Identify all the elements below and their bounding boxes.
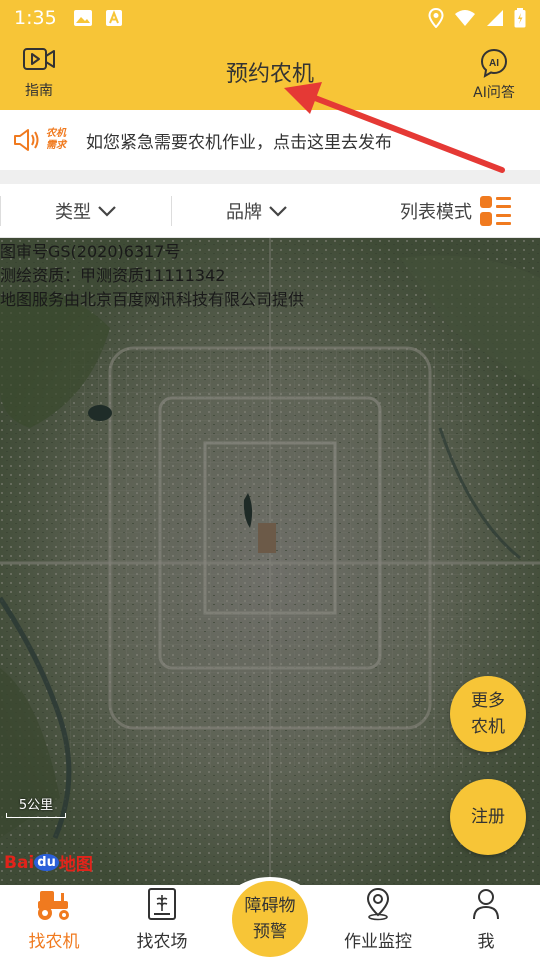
notice-tag-line1: 农机: [46, 128, 66, 139]
megaphone-icon: [14, 129, 39, 151]
baidu-paw-icon: du: [34, 854, 59, 871]
map-survey-license: 测绘资质：甲测资质11111342: [0, 266, 226, 285]
register-button[interactable]: 注册: [450, 779, 526, 855]
baidu-map-logo: Bai du 地图: [4, 850, 93, 876]
nav-me[interactable]: 我: [432, 885, 540, 960]
type-filter-label: 类型: [55, 201, 91, 223]
nav-find-machine-label: 找农机: [28, 932, 80, 952]
user-profile-icon: [473, 889, 499, 920]
map-scale-label: 5公里: [18, 798, 54, 813]
nav-find-farm-label: 找农场: [136, 932, 188, 952]
brand-filter-dropdown[interactable]: 品牌: [171, 195, 342, 226]
satellite-map[interactable]: 图审号GS(2020)6317号 测绘资质：甲测资质11111342 地图服务由…: [0, 238, 540, 885]
divider: [0, 170, 540, 184]
nav-find-machine[interactable]: 找农机: [0, 885, 108, 960]
chevron-down-icon: [269, 205, 287, 217]
notice-text: 如您紧急需要农机作业，点击这里去发布: [86, 132, 392, 153]
nav-find-farm[interactable]: 找农场: [108, 885, 216, 960]
svg-text:AI: AI: [489, 58, 499, 69]
demand-notice-banner[interactable]: 农机 需求 如您紧急需要农机作业，点击这里去发布: [0, 110, 540, 170]
more-machines-label: 更多农机: [471, 691, 505, 737]
map-scale-bar: [6, 813, 66, 818]
baidu-logo-text: Bai: [4, 852, 35, 873]
map-scale: 5公里: [6, 794, 66, 818]
nav-me-label: 我: [477, 932, 495, 952]
app-header: 指南 预约农机 AI AI问答: [0, 36, 540, 110]
bottom-navigation: 找农机 找农场 障碍物预警 作业监控 我: [0, 877, 540, 960]
obstacle-alert-label: 障碍物预警: [244, 896, 296, 942]
notice-tag-text: 农机 需求: [46, 128, 74, 152]
battery-icon: [514, 8, 526, 28]
list-mode-toggle[interactable]: 列表模式: [342, 195, 540, 226]
signal-icon: [487, 10, 503, 26]
brand-filter-label: 品牌: [226, 201, 262, 223]
type-filter-dropdown[interactable]: 类型: [0, 195, 171, 226]
status-time: 1:35: [14, 7, 57, 29]
list-mode-label: 列表模式: [400, 201, 472, 223]
ai-qa-label: AI问答: [473, 85, 515, 101]
chevron-down-icon: [98, 205, 116, 217]
app-notification-icon: [105, 10, 122, 26]
baidu-map-text: 地图: [58, 855, 93, 875]
filter-bar: 类型 品牌 列表模式: [0, 184, 540, 238]
more-machines-button[interactable]: 更多农机: [450, 676, 526, 752]
wifi-icon: [455, 10, 475, 26]
map-approval-number: 图审号GS(2020)6317号: [0, 242, 181, 261]
map-copyright-info: 图审号GS(2020)6317号 测绘资质：甲测资质11111342 地图服务由…: [0, 240, 304, 312]
nav-work-monitor-label: 作业监控: [344, 932, 412, 952]
location-icon: [428, 8, 444, 28]
notice-tag-line2: 需求: [46, 140, 66, 151]
nav-center-slot: 障碍物预警: [216, 877, 324, 960]
page-title: 预约农机: [225, 62, 314, 87]
location-pin-icon: [366, 887, 390, 921]
nav-work-monitor[interactable]: 作业监控: [324, 885, 432, 960]
ai-qa-button[interactable]: AI AI问答: [466, 48, 522, 102]
list-view-icon: [480, 195, 511, 226]
tractor-icon: [38, 891, 69, 920]
status-bar: 1:35: [0, 0, 540, 36]
satellite-imagery: [0, 238, 540, 885]
farm-document-icon: [148, 888, 176, 920]
gallery-notification-icon: [73, 10, 92, 26]
obstacle-alert-button[interactable]: 障碍物预警: [218, 877, 322, 960]
map-provider-notice: 地图服务由北京百度网讯科技有限公司提供: [0, 290, 305, 309]
register-label: 注册: [471, 807, 505, 827]
notice-tag: 农机 需求: [12, 125, 74, 155]
ai-chat-icon: AI: [480, 48, 508, 78]
